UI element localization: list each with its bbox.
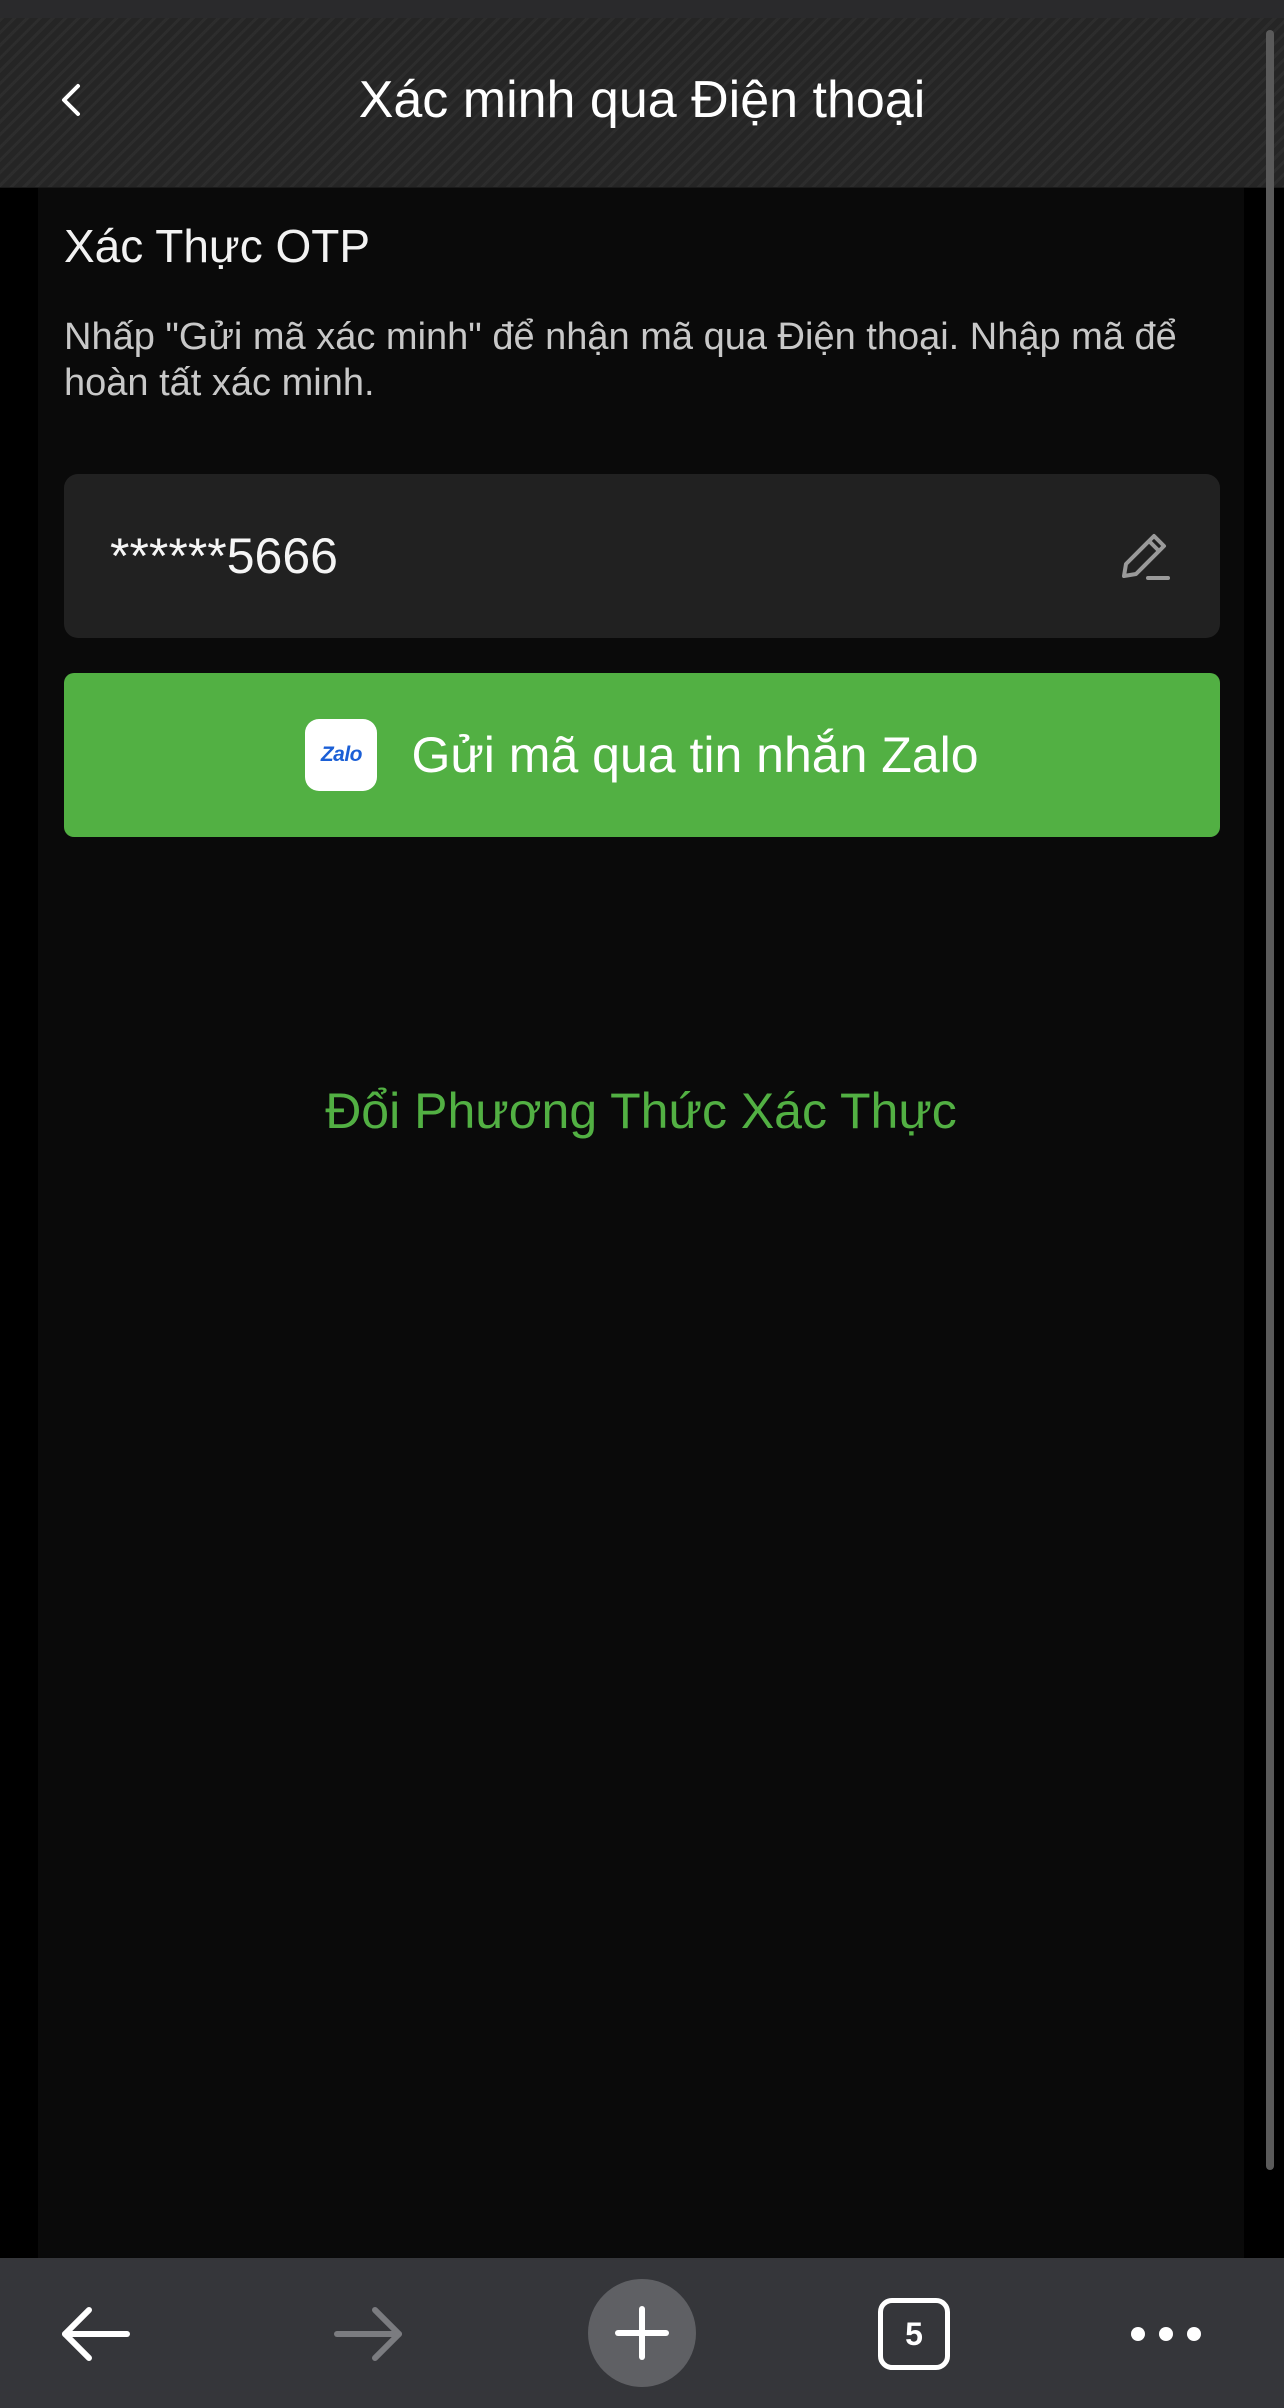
tab-switcher-button[interactable]: 5 [859, 2286, 969, 2382]
page-title: Xác minh qua Điện thoại [358, 71, 926, 129]
back-button[interactable] [40, 68, 104, 132]
tab-count-badge: 5 [878, 2298, 950, 2370]
plus-icon [615, 2306, 669, 2360]
zalo-logo: Zalo [305, 719, 378, 791]
change-verification-method-link[interactable]: Đổi Phương Thức Xác Thực [38, 1078, 1244, 1144]
arrow-left-icon [62, 2307, 130, 2361]
page-header: Xác minh qua Điện thoại [0, 18, 1284, 188]
section-title: Xác Thực OTP [64, 220, 371, 272]
browser-menu-button[interactable] [1111, 2286, 1221, 2382]
more-dots-icon [1131, 2327, 1201, 2341]
arrow-right-icon [334, 2307, 402, 2361]
main-content: Xác Thực OTP Nhấp "Gửi mã xác minh" để n… [38, 188, 1244, 2258]
pencil-icon [1122, 534, 1170, 580]
zalo-logo-text: Zalo [320, 743, 363, 766]
status-strip [0, 0, 1284, 18]
chevron-left-icon [62, 84, 80, 116]
browser-forward-button[interactable] [314, 2286, 424, 2382]
phone-number-field[interactable]: ******5666 [64, 474, 1220, 638]
send-button-label: Gửi mã qua tin nhắn Zalo [411, 727, 979, 783]
phone-number-value: ******5666 [110, 528, 338, 584]
new-tab-button[interactable] [587, 2279, 697, 2387]
instruction-text: Nhấp "Gửi mã xác minh" để nhận mã qua Đi… [64, 316, 1177, 404]
browser-back-button[interactable] [40, 2286, 150, 2382]
browser-toolbar: 5 [0, 2258, 1284, 2408]
new-tab-circle [588, 2279, 696, 2387]
send-zalo-code-button[interactable]: Zalo Gửi mã qua tin nhắn Zalo [64, 673, 1220, 837]
scrollbar[interactable] [1266, 30, 1274, 2170]
edit-phone-button[interactable] [1112, 524, 1176, 588]
